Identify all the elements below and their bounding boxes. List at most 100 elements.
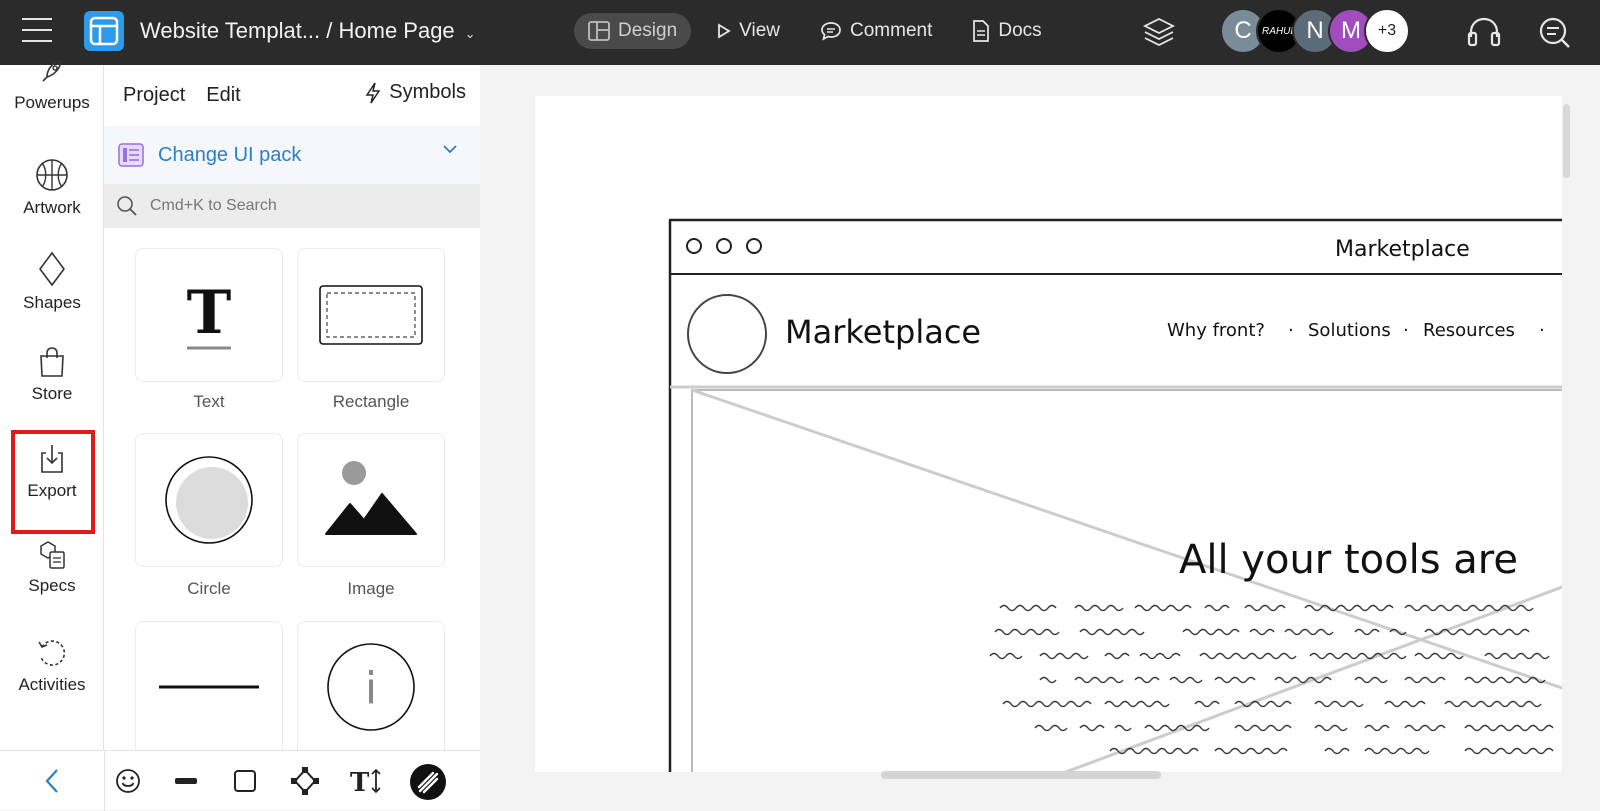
toolbar-divider bbox=[104, 751, 105, 811]
text-tool-icon: T bbox=[187, 278, 232, 350]
horizontal-scrollbar[interactable] bbox=[881, 771, 1161, 779]
tab-comment[interactable]: Comment bbox=[806, 13, 946, 49]
change-ui-pack-dropdown[interactable]: Change UI pack bbox=[104, 126, 480, 184]
menu-project[interactable]: Project bbox=[123, 84, 185, 107]
bottom-toolbar: T bbox=[0, 750, 480, 811]
nav-link: Resources bbox=[1423, 320, 1515, 341]
tab-design-label: Design bbox=[618, 20, 678, 41]
document-title-text: Website Templat... / Home Page bbox=[140, 18, 455, 43]
comment-icon bbox=[821, 22, 841, 41]
collapse-button[interactable] bbox=[36, 765, 68, 797]
logo-placeholder bbox=[687, 294, 767, 374]
brand-name: Marketplace bbox=[785, 313, 981, 351]
nav-link: Solutions bbox=[1308, 320, 1391, 341]
chevron-down-icon: ⌄ bbox=[464, 26, 476, 41]
document-icon bbox=[973, 20, 990, 42]
nav-separator: · bbox=[1539, 320, 1545, 341]
tile-image[interactable] bbox=[297, 433, 445, 567]
emoji-tool[interactable] bbox=[112, 765, 144, 797]
hamburger-menu-icon[interactable] bbox=[22, 18, 52, 44]
window-dot bbox=[746, 238, 762, 254]
rectangle-tool[interactable] bbox=[229, 765, 261, 797]
tile-label: Rectangle bbox=[332, 392, 410, 411]
pen-tool[interactable] bbox=[289, 765, 321, 797]
tab-view[interactable]: View bbox=[703, 13, 794, 49]
search-icon bbox=[117, 196, 137, 216]
nav-separator: · bbox=[1288, 320, 1294, 341]
document-title[interactable]: Website Templat... / Home Page ⌄ bbox=[140, 18, 476, 44]
chevron-down-icon bbox=[443, 145, 457, 154]
chevron-left-icon bbox=[45, 769, 58, 793]
tab-docs[interactable]: Docs bbox=[958, 13, 1055, 49]
artboard[interactable]: Marketplace Marketplace Why front? · Sol… bbox=[535, 96, 1562, 772]
rail-item-store[interactable]: Store bbox=[0, 346, 104, 404]
text-glyph: T bbox=[187, 278, 232, 348]
text-size-tool[interactable]: T bbox=[350, 765, 382, 797]
tile-info[interactable]: i bbox=[297, 621, 445, 751]
rail-item-shapes[interactable]: Shapes bbox=[0, 251, 104, 313]
tile-label: Text bbox=[193, 392, 225, 411]
history-icon bbox=[38, 640, 66, 666]
tile-circle[interactable] bbox=[135, 433, 283, 567]
hero-headline: All your tools are bbox=[1179, 537, 1518, 583]
diamond-icon bbox=[39, 251, 65, 287]
window-dot bbox=[716, 238, 732, 254]
rail-item-specs[interactable]: Specs bbox=[0, 538, 104, 596]
image-icon bbox=[325, 461, 417, 535]
rocket-icon bbox=[42, 60, 62, 82]
nav-link: Why front? bbox=[1167, 320, 1265, 341]
collaborator-avatars[interactable]: C RAHUL N M +3 bbox=[1220, 8, 1420, 54]
top-bar: Website Templat... / Home Page ⌄ Design … bbox=[0, 0, 1600, 65]
emoji-icon bbox=[116, 769, 140, 793]
tile-line[interactable] bbox=[135, 621, 283, 751]
rail-label: Export bbox=[27, 481, 77, 500]
rail-label: Specs bbox=[28, 576, 76, 595]
tile-text[interactable]: T bbox=[135, 248, 283, 382]
tile-rectangle[interactable] bbox=[297, 248, 445, 382]
symbols-button[interactable]: Symbols bbox=[365, 81, 466, 104]
rail-label: Shapes bbox=[23, 293, 81, 312]
play-icon bbox=[718, 23, 731, 39]
lightning-icon bbox=[365, 82, 381, 103]
mode-tabs: Design View Comment Docs bbox=[574, 13, 1056, 49]
tab-docs-label: Docs bbox=[998, 20, 1042, 41]
window-dot bbox=[686, 238, 702, 254]
circle-icon bbox=[165, 456, 253, 544]
svg-text:T: T bbox=[350, 768, 370, 795]
tab-comment-label: Comment bbox=[850, 20, 933, 41]
rail-item-activities[interactable]: Activities bbox=[0, 637, 104, 695]
layout-icon bbox=[588, 21, 610, 41]
rail-label: Store bbox=[31, 384, 73, 403]
line-tool[interactable] bbox=[170, 765, 202, 797]
rail-label: Activities bbox=[18, 675, 86, 694]
rail-label: Artwork bbox=[23, 198, 81, 217]
basketball-icon bbox=[36, 159, 68, 191]
menu-edit[interactable]: Edit bbox=[206, 84, 240, 107]
app-logo[interactable] bbox=[84, 11, 124, 51]
chat-search-icon[interactable] bbox=[1538, 16, 1572, 50]
rail-label: Powerups bbox=[14, 93, 90, 112]
symbols-label: Symbols bbox=[389, 81, 466, 103]
layers-icon[interactable] bbox=[1142, 16, 1176, 48]
headset-icon[interactable] bbox=[1466, 15, 1502, 49]
scribble-icon bbox=[410, 764, 446, 800]
tab-view-label: View bbox=[739, 20, 780, 41]
rail-item-artwork[interactable]: Artwork bbox=[0, 158, 104, 218]
window-title: Marketplace bbox=[1335, 237, 1470, 262]
rectangle-icon bbox=[319, 285, 423, 345]
download-icon bbox=[41, 445, 63, 473]
more-avatars-badge[interactable]: +3 bbox=[1364, 8, 1410, 54]
nav-separator: · bbox=[1403, 320, 1409, 341]
component-search bbox=[104, 184, 480, 228]
info-glyph: i bbox=[365, 663, 377, 714]
vertical-scrollbar[interactable] bbox=[1563, 104, 1570, 178]
shopping-bag-icon bbox=[40, 347, 64, 377]
search-input[interactable] bbox=[150, 197, 450, 215]
tab-design[interactable]: Design bbox=[574, 13, 692, 49]
rail-item-export[interactable]: Export bbox=[0, 443, 104, 501]
rail-item-powerups[interactable]: Powerups bbox=[0, 57, 104, 113]
ui-pack-label: Change UI pack bbox=[158, 143, 302, 166]
tile-label: Image bbox=[347, 579, 395, 598]
sketch-tool[interactable] bbox=[409, 763, 447, 801]
info-icon: i bbox=[327, 642, 415, 731]
